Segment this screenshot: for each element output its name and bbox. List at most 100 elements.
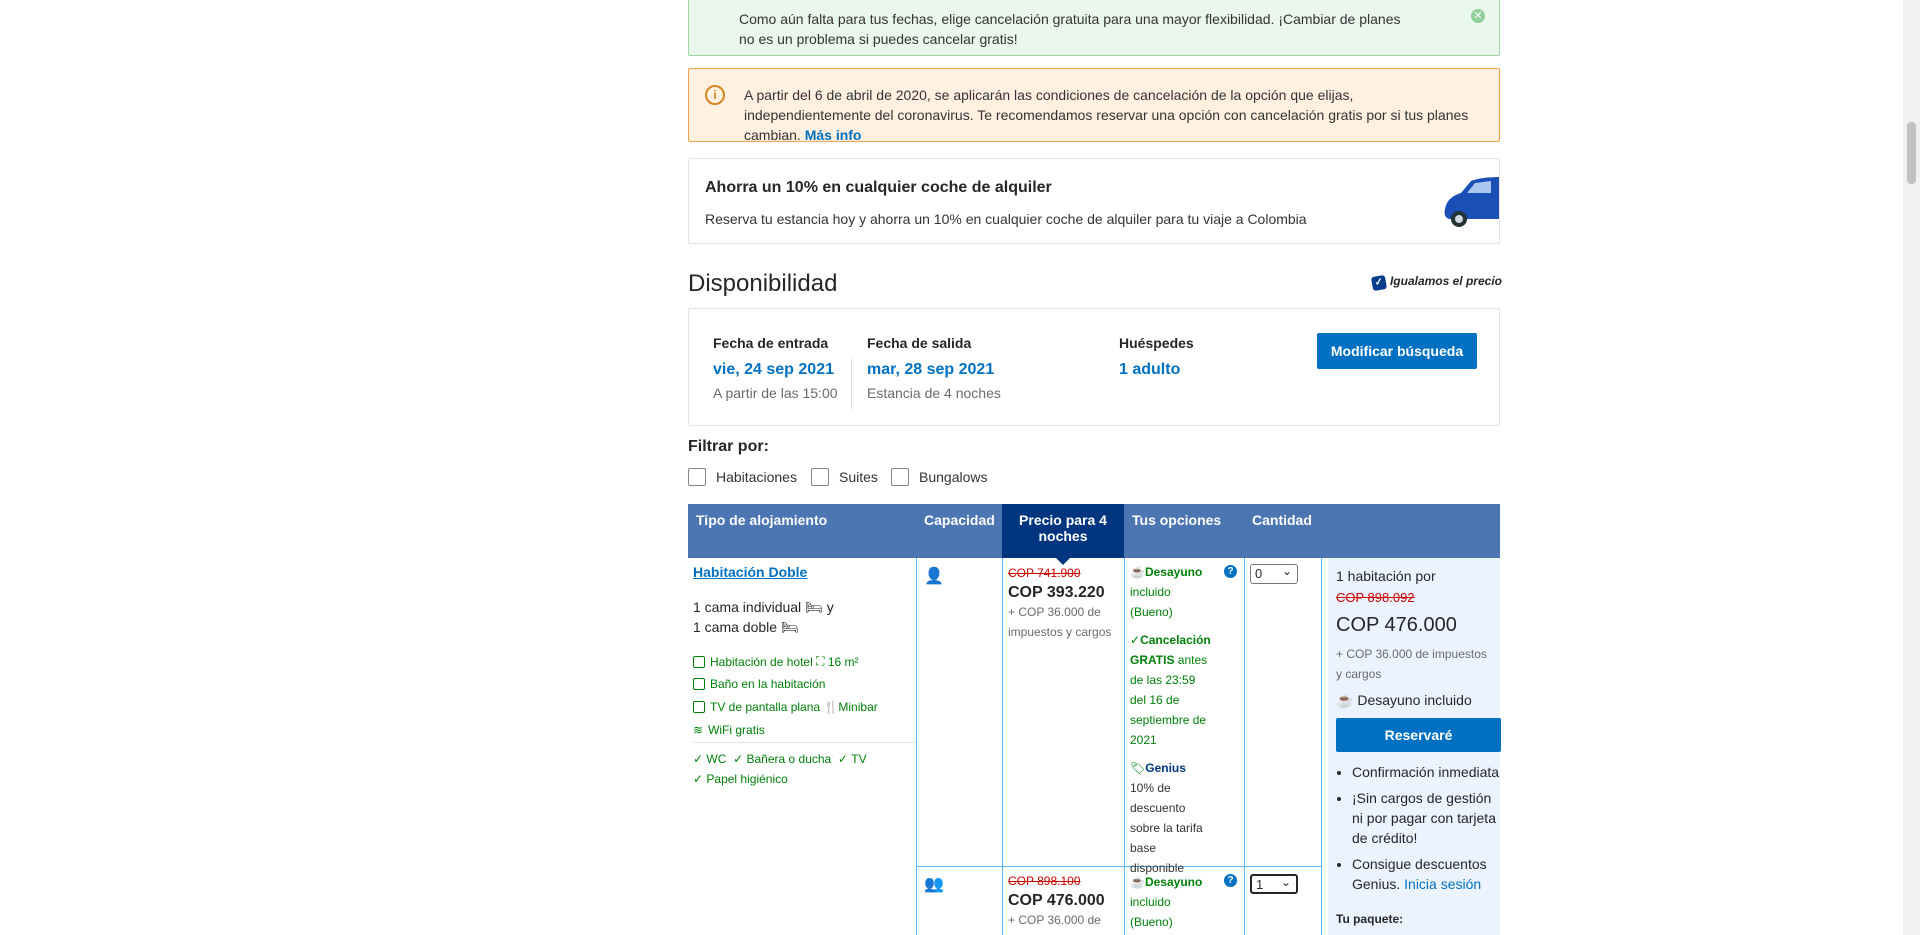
divider [693, 742, 915, 743]
benefit-item: Consigue descuentos Genius. Inicia sesió… [1352, 854, 1502, 894]
check-badge-icon: ✓ [1370, 274, 1388, 292]
old-price: COP 898.100 [1008, 874, 1081, 888]
summary-tax: + COP 36.000 de impuestos y cargos [1336, 647, 1487, 681]
checkbox[interactable] [891, 468, 909, 486]
filter-label: Filtrar por: [688, 438, 769, 455]
option-bold: Desayuno [1144, 565, 1203, 579]
single-bed-icon: 🛏 [805, 599, 823, 615]
wifi-icon: ≋ [693, 723, 704, 737]
checkout-date[interactable]: mar, 28 sep 2021 [867, 361, 1001, 379]
free-cancellation-notice: Como aún falta para tus fechas, elige ca… [688, 0, 1500, 56]
summary-old-price: COP 898.092 [1336, 590, 1415, 605]
quantity-select-row2[interactable]: 1 [1250, 873, 1298, 894]
facility-hotel-room: Habitación de hotel ⛶ 16 m² [693, 654, 859, 669]
guests-value[interactable]: 1 adulto [1119, 361, 1194, 379]
check-icon: ✓ [693, 772, 704, 786]
amenities-row-2: ✓ Papel higiénico [693, 772, 788, 786]
filter-label-bungalows: Bungalows [919, 469, 988, 485]
option-bold: Genius [1145, 761, 1186, 775]
summary-breakfast-text: Desayuno incluido [1357, 692, 1472, 708]
summary-price: COP 476.000 [1336, 614, 1457, 636]
scrollbar[interactable] [1903, 0, 1920, 935]
header-price[interactable]: Precio para 4 noches [1002, 504, 1124, 565]
amenity: TV [851, 752, 867, 766]
room-name-link[interactable]: Habitación Doble [693, 564, 807, 580]
tax-info: + COP 36.000 de impuestos y cargos [1008, 605, 1112, 639]
checkbox[interactable] [811, 468, 829, 486]
header-room-type: Tipo de alojamiento [696, 512, 828, 528]
checkin-date[interactable]: vie, 24 sep 2021 [713, 361, 838, 379]
option-bold: Desayuno [1144, 875, 1203, 889]
price-match-text: Igualamos el precio [1389, 274, 1502, 288]
facility-wifi: ≋ WiFi gratis [693, 723, 765, 737]
orange-notice-text: A partir del 6 de abril de 2020, se apli… [744, 85, 1484, 145]
stay-length: Estancia de 4 noches [867, 385, 1001, 401]
tv-icon [693, 701, 705, 713]
help-icon[interactable]: ? [1224, 565, 1237, 578]
close-icon[interactable]: ✕ [1471, 9, 1485, 23]
bed-double: 1 cama doble [693, 619, 778, 635]
options-row1: ☕Desayuno incluido (Bueno) ✓Cancelación … [1130, 562, 1212, 878]
filter-bungalows-checkbox[interactable]: Bungalows [891, 468, 988, 486]
promo-text: Reserva tu estancia hoy y ahorra un 10% … [705, 211, 1307, 227]
price-match-badge[interactable]: ✓ Igualamos el precio [1370, 274, 1502, 292]
check-icon: ✓ [837, 752, 848, 766]
capacity-two-persons-icon: 👥 [924, 876, 944, 893]
more-info-link[interactable]: Más info [805, 127, 862, 143]
checkin-block[interactable]: Fecha de entrada vie, 24 sep 2021 A part… [713, 335, 838, 401]
option-text: incluido (Bueno) [1130, 895, 1173, 929]
quantity-select-row1[interactable]: 0 [1250, 562, 1298, 584]
coffee-icon: ☕ [1336, 692, 1354, 708]
option-text: antes de las 23:59 del 16 de septiembre … [1130, 653, 1208, 747]
facility-text: Baño en la habitación [710, 677, 826, 691]
modify-search-button[interactable]: Modificar búsqueda [1317, 333, 1477, 369]
amenity: Bañera o ducha [746, 752, 832, 766]
header-capacity: Capacidad [924, 512, 995, 528]
checkbox[interactable] [688, 468, 706, 486]
rooms-for-label: 1 habitación por [1336, 568, 1436, 584]
grid-line [1002, 558, 1003, 935]
benefits-list: Confirmación inmediata ¡Sin cargos de ge… [1336, 762, 1502, 900]
grid-line [1124, 558, 1125, 935]
login-link[interactable]: Inicia sesión [1404, 876, 1481, 892]
filter-suites-checkbox[interactable]: Suites [811, 468, 878, 486]
checkout-label: Fecha de salida [867, 335, 972, 351]
filter-rooms-checkbox[interactable]: Habitaciones [688, 468, 797, 486]
help-icon[interactable]: ? [1224, 874, 1237, 887]
capacity-one-person-icon: 👤 [924, 568, 944, 585]
checkout-block[interactable]: Fecha de salida mar, 28 sep 2021 Estanci… [867, 335, 1001, 401]
booking-summary: 1 habitación por COP 898.092 COP 476.000… [1328, 558, 1502, 935]
grid-line [916, 866, 1321, 867]
benefit-item: ¡Sin cargos de gestión ni por pagar con … [1352, 788, 1502, 848]
cancellation-option: ✓Cancelación GRATIS antes de las 23:59 d… [1130, 630, 1212, 750]
grid-line [916, 558, 917, 935]
bath-icon [693, 678, 705, 690]
tax-info: + COP 36.000 de [1008, 913, 1101, 927]
header-quantity: Cantidad [1252, 512, 1312, 528]
double-bed-icon: 🛏 [780, 619, 799, 635]
header-options: Tus opciones [1132, 512, 1222, 528]
grid-line [1321, 558, 1322, 935]
current-price: COP 393.220 [1008, 584, 1105, 601]
scrollbar-thumb[interactable] [1907, 122, 1916, 184]
facility-bathroom: Baño en la habitación [693, 677, 825, 691]
guests-block[interactable]: Huéspedes 1 adulto [1119, 335, 1194, 379]
filter-label-rooms: Habitaciones [716, 469, 797, 485]
options-row2: ☕Desayuno incluido (Bueno) [1130, 872, 1212, 932]
package-label: Tu paquete: [1336, 912, 1404, 926]
reserve-button[interactable]: Reservaré [1336, 718, 1501, 752]
breakfast-option: ☕Desayuno incluido (Bueno) [1130, 872, 1212, 932]
filter-label-suites: Suites [839, 469, 878, 485]
check-icon: ✓ [693, 752, 704, 766]
price-cell-row2: COP 898.100 COP 476.000 + COP 36.000 de [1008, 874, 1118, 930]
coffee-icon: ☕ [1130, 875, 1145, 889]
car-icon [1444, 177, 1499, 227]
coronavirus-notice: i A partir del 6 de abril de 2020, se ap… [688, 68, 1500, 145]
facility-tv: TV de pantalla plana 🍴 Minibar [693, 700, 878, 714]
divider [851, 359, 852, 409]
guests-label: Huéspedes [1119, 335, 1194, 351]
checkin-label: Fecha de entrada [713, 335, 829, 351]
grid-line [1244, 558, 1245, 935]
promo-title: Ahorra un 10% en cualquier coche de alqu… [705, 179, 1052, 196]
coffee-icon: ☕ [1130, 565, 1145, 579]
